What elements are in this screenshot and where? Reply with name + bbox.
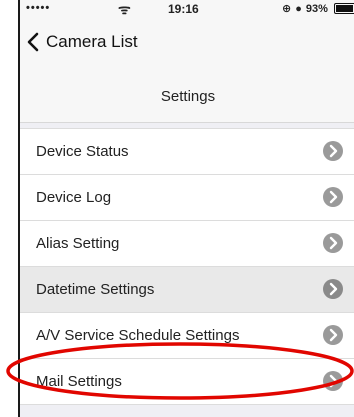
list-item-device-status[interactable]: Device Status: [20, 128, 354, 175]
status-bar: ••••• ᯤ 19:16 ⊕ ● 93%: [20, 0, 354, 18]
chevron-right-circle-icon: [323, 325, 343, 345]
list-item-datetime-settings[interactable]: Datetime Settings: [20, 267, 354, 313]
chevron-left-icon: [27, 32, 39, 52]
status-right: ⊕ ● 93%: [282, 2, 354, 15]
chevron-right-circle-icon: [323, 141, 343, 161]
list-item-label: Device Log: [36, 189, 112, 206]
settings-list: Device Status Device Log Alias Setting D…: [20, 128, 354, 405]
battery-fill: [335, 5, 353, 12]
list-item-label: Device Status: [36, 143, 129, 160]
page-title: Settings: [160, 88, 216, 105]
chevron-right-circle-icon: [323, 233, 343, 253]
navigation-bar: Camera List: [20, 18, 354, 71]
wifi-icon: ᯤ: [118, 1, 131, 17]
list-item-label: Datetime Settings: [36, 281, 155, 298]
list-item-mail-settings[interactable]: Mail Settings: [20, 359, 354, 405]
title-bar: Settings: [20, 70, 354, 123]
battery-percentage: 93%: [305, 2, 328, 15]
chevron-right-circle-icon: [323, 279, 343, 299]
status-time: 19:16: [168, 2, 199, 16]
battery-icon: [333, 3, 354, 14]
list-item-label: Alias Setting: [36, 235, 120, 252]
rotation-lock-icon: ⊕: [282, 3, 292, 15]
list-item-device-log[interactable]: Device Log: [20, 175, 354, 221]
chevron-right-circle-icon: [323, 187, 343, 207]
signal-strength: •••••: [26, 2, 51, 14]
alarm-icon: ●: [295, 2, 302, 15]
list-item-label: A/V Service Schedule Settings: [36, 327, 240, 344]
list-item-av-service-schedule-settings[interactable]: A/V Service Schedule Settings: [20, 313, 354, 359]
chevron-right-circle-icon: [323, 371, 343, 391]
phone-screen: ••••• ᯤ 19:16 ⊕ ● 93% Camera List Settin…: [18, 0, 354, 417]
back-button[interactable]: Camera List: [26, 32, 138, 52]
list-item-alias-setting[interactable]: Alias Setting: [20, 221, 354, 267]
back-label: Camera List: [46, 32, 138, 51]
list-item-label: Mail Settings: [36, 373, 122, 390]
